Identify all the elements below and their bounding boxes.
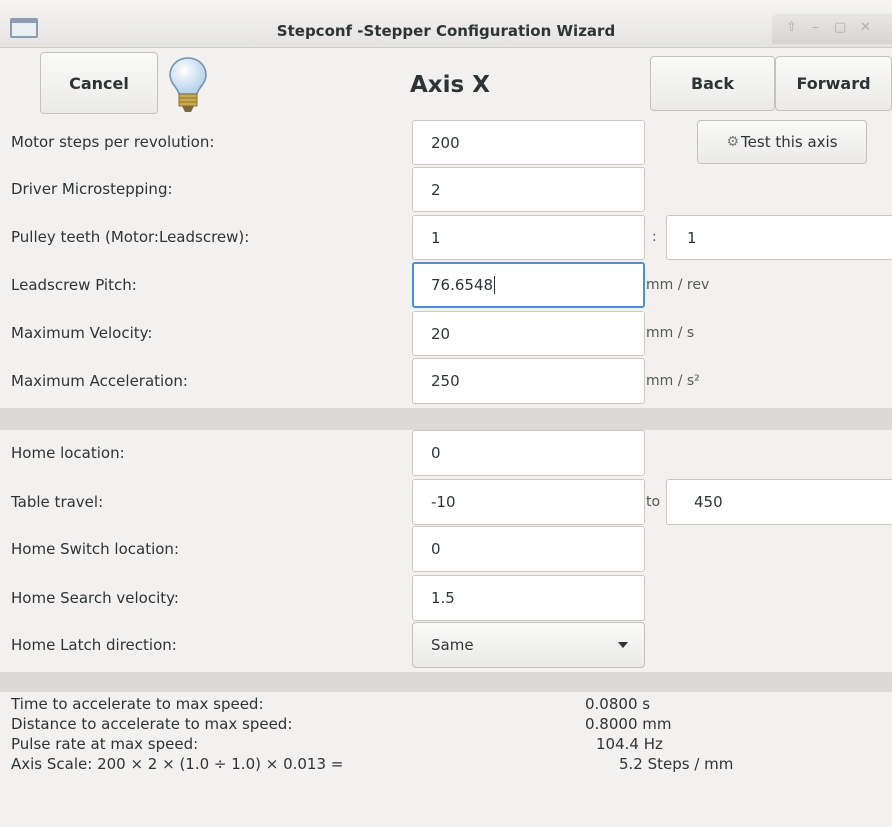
- axis-scale-label: Axis Scale: 200 × 2 × (1.0 ÷ 1.0) × 0.01…: [11, 755, 344, 773]
- home-latch-value: Same: [431, 636, 474, 654]
- leadscrew-pitch-input[interactable]: 76.6548: [412, 262, 645, 308]
- max-velocity-unit: mm / s: [646, 325, 695, 341]
- cancel-button[interactable]: Cancel: [40, 52, 158, 114]
- leadscrew-pitch-unit: mm / rev: [646, 277, 710, 293]
- accel-time-value: 0.0800 s: [585, 695, 651, 713]
- microstepping-input[interactable]: 2: [412, 167, 645, 212]
- table-travel-min-input[interactable]: -10: [412, 479, 645, 525]
- steps-per-rev-input[interactable]: 200: [412, 120, 645, 165]
- pulley-teeth-label: Pulley teeth (Motor:Leadscrew):: [11, 228, 250, 246]
- forward-button[interactable]: Forward: [775, 56, 892, 111]
- pulley-leadscrew-input[interactable]: 1: [666, 215, 892, 260]
- table-travel-to-label: to: [646, 494, 661, 510]
- home-search-velocity-label: Home Search velocity:: [11, 589, 179, 607]
- accel-distance-value: 0.8000 mm: [585, 715, 672, 733]
- home-location-input[interactable]: 0: [412, 430, 645, 476]
- pulley-separator: :: [652, 229, 657, 245]
- table-travel-label: Table travel:: [11, 493, 104, 511]
- page-title: Axis X: [410, 72, 490, 98]
- home-switch-input[interactable]: 0: [412, 526, 645, 572]
- up-arrow-icon[interactable]: ⇧: [786, 20, 797, 35]
- table-travel-max-input[interactable]: 450: [666, 479, 892, 525]
- maximize-icon[interactable]: ▢: [834, 20, 846, 35]
- axis-scale-value: 5.2 Steps / mm: [619, 755, 734, 773]
- minimize-icon[interactable]: –: [812, 20, 819, 35]
- max-velocity-input[interactable]: 20: [412, 311, 645, 356]
- pulse-rate-value: 104.4 Hz: [596, 735, 663, 753]
- accel-distance-label: Distance to accelerate to max speed:: [11, 715, 293, 733]
- steps-per-rev-label: Motor steps per revolution:: [11, 133, 215, 151]
- window-controls: ⇧ – ▢ ✕: [772, 14, 892, 44]
- section-divider: [0, 408, 892, 430]
- test-axis-label: Test this axis: [741, 133, 838, 151]
- pulse-rate-label: Pulse rate at max speed:: [11, 735, 199, 753]
- section-divider-2: [0, 672, 892, 692]
- max-acceleration-label: Maximum Acceleration:: [11, 372, 188, 390]
- text-cursor: [494, 276, 496, 294]
- max-acceleration-unit: mm / s²: [646, 373, 700, 389]
- info-labels: Time to accelerate to max speed: Distanc…: [11, 694, 343, 774]
- home-switch-label: Home Switch location:: [11, 540, 179, 558]
- pulley-motor-input[interactable]: 1: [412, 215, 645, 260]
- close-icon[interactable]: ✕: [860, 20, 871, 35]
- microstepping-label: Driver Microstepping:: [11, 180, 173, 198]
- home-search-velocity-input[interactable]: 1.5: [412, 575, 645, 621]
- test-axis-button[interactable]: ⚙ Test this axis: [697, 120, 867, 164]
- window-title: Stepconf -Stepper Configuration Wizard: [276, 22, 616, 40]
- back-button[interactable]: Back: [650, 56, 775, 111]
- title-bar: Stepconf -Stepper Configuration Wizard ⇧…: [0, 0, 892, 48]
- home-location-label: Home location:: [11, 444, 125, 462]
- chevron-down-icon: [618, 642, 628, 648]
- gears-icon: ⚙: [726, 134, 740, 150]
- max-acceleration-input[interactable]: 250: [412, 358, 645, 404]
- accel-time-label: Time to accelerate to max speed:: [11, 695, 264, 713]
- max-velocity-label: Maximum Velocity:: [11, 324, 153, 342]
- leadscrew-pitch-value: 76.6548: [431, 276, 494, 294]
- home-latch-label: Home Latch direction:: [11, 636, 177, 654]
- lightbulb-icon: [169, 57, 207, 112]
- leadscrew-pitch-label: Leadscrew Pitch:: [11, 276, 137, 294]
- home-latch-dropdown[interactable]: Same: [412, 622, 645, 668]
